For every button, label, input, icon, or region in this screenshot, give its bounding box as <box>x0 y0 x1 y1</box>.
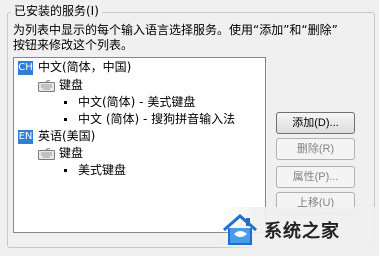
language-label: 中文(简体，中国) <box>38 60 132 74</box>
service-label: 美式键盘 <box>78 163 127 177</box>
remove-button[interactable]: 删除(R) <box>276 138 355 160</box>
bullet-icon <box>64 101 67 104</box>
language-badge-icon: EN <box>18 129 33 144</box>
properties-button[interactable]: 属性(P)... <box>276 166 355 188</box>
description-line-1: 为列表中显示的每个输入语言选择服务。使用“添加”和“删除” <box>13 23 338 37</box>
house-logo-icon <box>223 214 257 245</box>
text-services-dialog: 已安装的服务(I) 为列表中显示的每个输入语言选择服务。使用“添加”和“删除” … <box>0 0 379 256</box>
bullet-icon <box>64 118 67 121</box>
watermark-text: 系统之家 <box>264 221 340 242</box>
group-title: 已安装的服务(I) <box>11 4 102 19</box>
bullet-icon <box>64 169 67 172</box>
language-badge-icon: CH <box>18 60 33 75</box>
tree-service-item[interactable]: 中文 (简体) - 搜狗拼音输入法 <box>64 111 235 128</box>
service-label: 中文 (简体) - 搜狗拼音输入法 <box>78 112 236 126</box>
tree-keyboard-node[interactable]: 键盘 <box>38 145 83 162</box>
keyboard-label: 键盘 <box>59 146 84 160</box>
language-label: 英语(美国) <box>38 129 96 143</box>
tree-keyboard-node[interactable]: 键盘 <box>38 77 83 94</box>
tree-service-item[interactable]: 中文(简体) - 美式键盘 <box>64 94 195 111</box>
add-button[interactable]: 添加(D)... <box>276 112 355 134</box>
keyboard-icon <box>38 147 55 160</box>
keyboard-icon <box>38 79 55 92</box>
service-label: 中文(简体) - 美式键盘 <box>78 95 196 109</box>
tree-language-english[interactable]: EN 英语(美国) <box>18 128 95 145</box>
tree-language-chinese[interactable]: CH 中文(简体，中国) <box>18 59 131 76</box>
tree-service-item[interactable]: 美式键盘 <box>64 162 126 179</box>
description-line-2: 按钮来修改这个列表。 <box>13 38 134 52</box>
site-watermark: 系统之家 <box>220 207 379 253</box>
group-description: 为列表中显示的每个输入语言选择服务。使用“添加”和“删除” 按钮来修改这个列表。 <box>13 23 373 53</box>
keyboard-label: 键盘 <box>59 78 84 92</box>
